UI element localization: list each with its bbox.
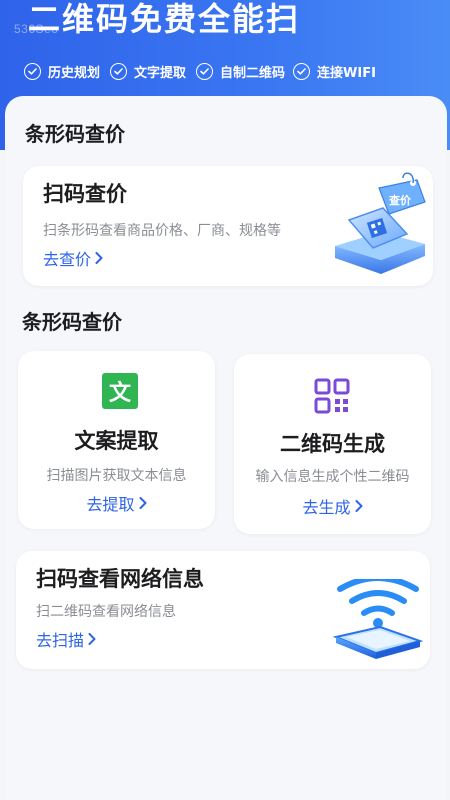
content-sheet: 条形码查价 扫码查价 扫条形码查看商品价格、厂商、规格等 去查价 查价 条形码查… (5, 96, 447, 800)
card-title: 二维码生成 (280, 432, 385, 456)
app-title: 二维码免费全能扫 (28, 0, 301, 38)
text-extract-icon: 文 (102, 373, 138, 409)
section-title-tools: 条形码查价 (22, 310, 122, 334)
chevron-right-icon (95, 252, 103, 264)
card-title: 扫码查价 (43, 182, 127, 206)
feature-item: 历史规划 (24, 62, 100, 81)
scan-price-card[interactable]: 扫码查价 扫条形码查看商品价格、厂商、规格等 去查价 查价 (23, 166, 433, 286)
check-circle-icon (24, 63, 41, 80)
qr-code-icon (314, 378, 350, 414)
feature-item: 自制二维码 (196, 62, 285, 81)
feature-item: 文字提取 (110, 62, 186, 81)
link-label: 去扫描 (36, 631, 85, 650)
feature-list: 历史规划 文字提取 自制二维码 连接WIFI (24, 62, 442, 81)
card-desc: 扫二维码查看网络信息 (36, 604, 176, 620)
scan-price-illustration: 查价 (329, 168, 429, 280)
card-desc: 扫条形码查看商品价格、厂商、规格等 (43, 223, 281, 239)
card-title: 文案提取 (74, 429, 159, 453)
wifi-illustration (330, 575, 426, 665)
wifi-icon (332, 575, 424, 659)
chevron-right-icon (355, 500, 362, 512)
chevron-right-icon (88, 633, 96, 645)
card-title: 扫码查看网络信息 (36, 567, 204, 591)
go-extract-link[interactable]: 去提取 (18, 491, 215, 515)
page: 536Seo 二维码免费全能扫 历史规划 文字提取 自制二维码 连接WIFI 条… (0, 0, 450, 800)
link-label: 去提取 (86, 495, 135, 514)
section-title-price: 条形码查价 (25, 122, 125, 146)
text-icon-glyph: 文 (108, 381, 131, 406)
feature-label: 自制二维码 (220, 66, 286, 81)
wifi-info-card[interactable]: 扫码查看网络信息 扫二维码查看网络信息 去扫描 (16, 551, 430, 669)
feature-label: 连接WIFI (317, 66, 376, 81)
price-tag-label: 查价 (389, 193, 412, 207)
feature-label: 历史规划 (48, 66, 101, 81)
check-circle-icon (196, 63, 214, 80)
go-price-link[interactable]: 去查价 (43, 246, 103, 270)
card-desc: 扫描图片获取文本信息 (46, 468, 187, 484)
link-label: 去生成 (302, 498, 351, 517)
go-generate-link[interactable]: 去生成 (234, 494, 431, 518)
feature-item: 连接WIFI (293, 62, 376, 81)
go-scan-link[interactable]: 去扫描 (36, 627, 96, 651)
qr-generate-card[interactable]: 二维码生成 输入信息生成个性二维码 去生成 (234, 354, 431, 534)
check-circle-icon (293, 63, 311, 80)
link-label: 去查价 (43, 250, 92, 269)
chevron-right-icon (139, 497, 146, 509)
feature-label: 文字提取 (134, 66, 187, 81)
card-desc: 输入信息生成个性二维码 (255, 469, 410, 485)
check-circle-icon (110, 63, 128, 80)
text-extract-card[interactable]: 文 文案提取 扫描图片获取文本信息 去提取 (18, 351, 215, 529)
